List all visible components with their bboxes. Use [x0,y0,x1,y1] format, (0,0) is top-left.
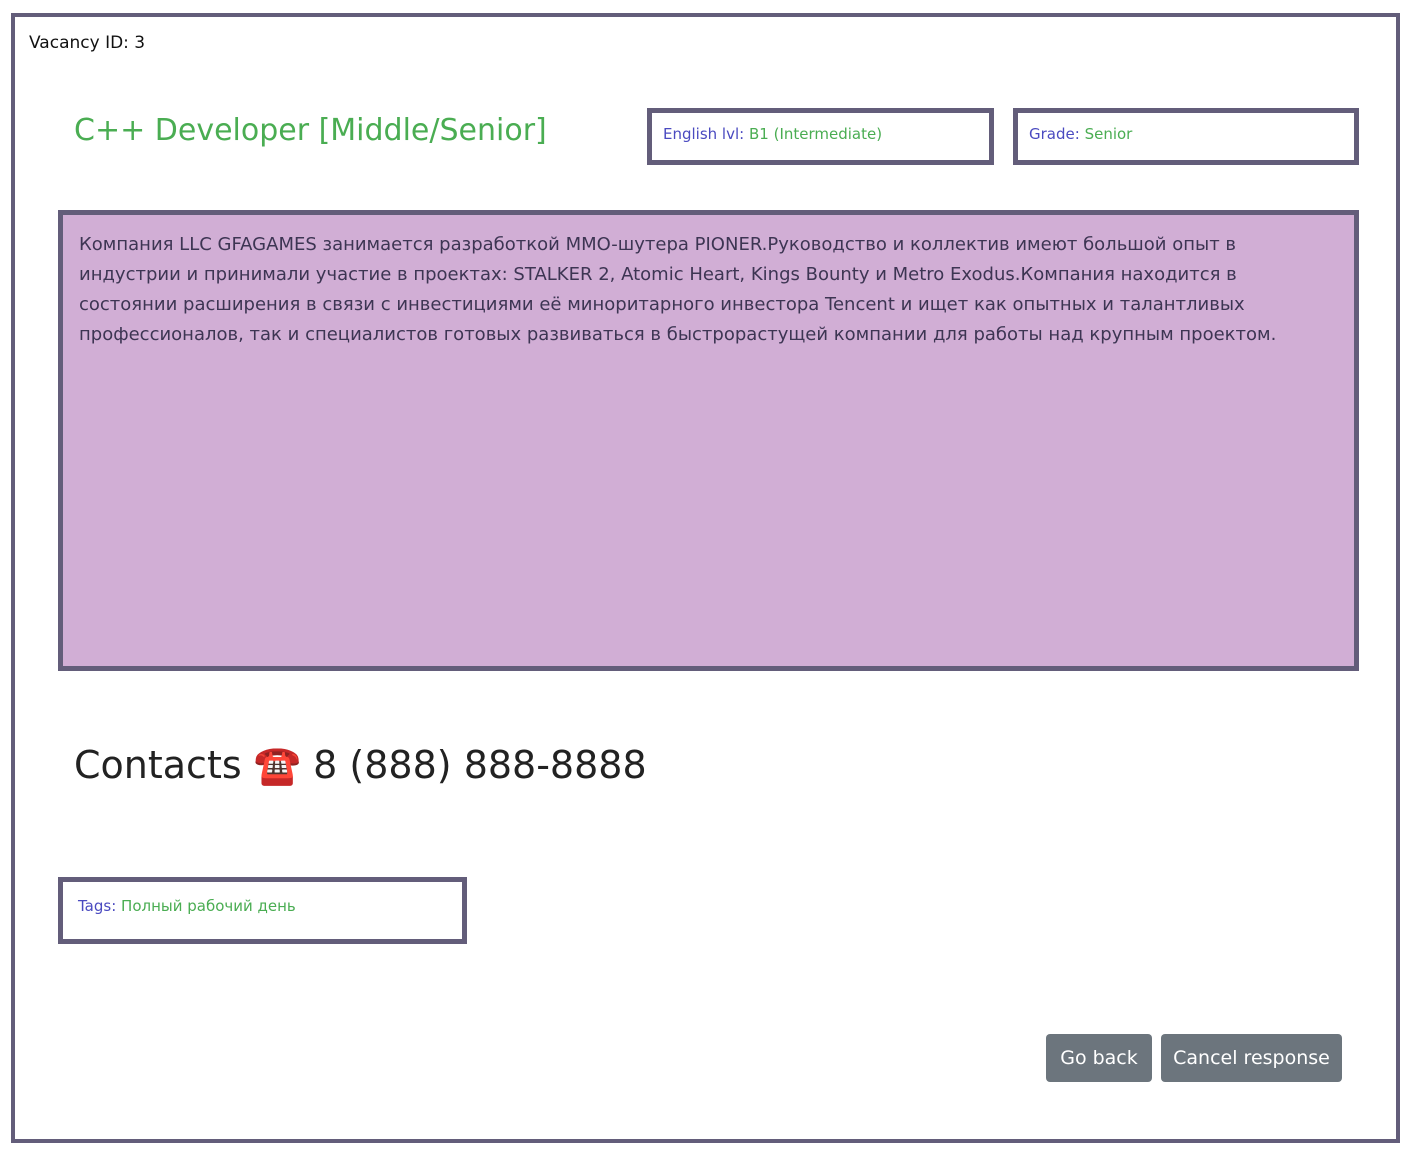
grade-value: Senior [1084,125,1133,143]
vacancy-title: C++ Developer [Middle/Senior] [74,113,547,148]
tags-value: Полный рабочий день [121,897,296,915]
english-level-box: English lvl: B1 (Intermediate) [647,108,994,165]
vacancy-id: Vacancy ID: 3 [29,33,146,53]
go-back-button[interactable]: Go back [1046,1034,1152,1082]
contacts-phone: 8 (888) 888-8888 [313,743,647,787]
grade-label: Grade: [1029,125,1080,143]
contacts: Contacts ☎️ 8 (888) 888-8888 [74,743,647,788]
vacancy-description: Компания LLC GFAGAMES занимается разрабо… [58,210,1359,671]
tags-label: Tags: [78,897,117,915]
cancel-response-button[interactable]: Cancel response [1161,1034,1342,1082]
english-level-label: English lvl: [663,125,745,143]
english-level-value: B1 (Intermediate) [748,125,883,143]
tags-box: Tags: Полный рабочий день [58,877,467,944]
vacancy-card: Vacancy ID: 3 C++ Developer [Middle/Seni… [11,13,1400,1143]
grade-box: Grade: Senior [1013,108,1359,165]
contacts-label: Contacts [74,743,242,787]
telephone-icon: ☎️ [253,743,302,787]
